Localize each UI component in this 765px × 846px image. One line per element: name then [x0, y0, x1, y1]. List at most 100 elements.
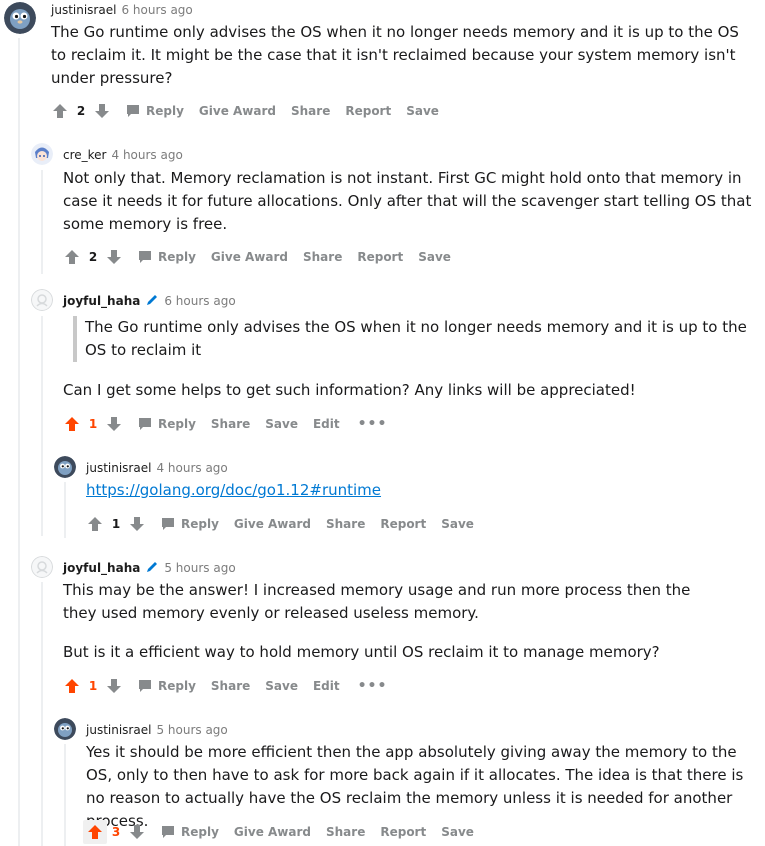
save-button[interactable]: Save — [265, 679, 298, 693]
report-button[interactable]: Report — [380, 825, 426, 839]
share-button[interactable]: Share — [326, 517, 365, 531]
save-button[interactable]: Save — [265, 417, 298, 431]
pencil-icon — [147, 295, 158, 305]
upvote-arrow-icon — [53, 104, 67, 118]
edit-button[interactable]: Edit — [313, 679, 340, 693]
gopher-avatar-icon — [4, 2, 36, 34]
upvote-button[interactable] — [83, 512, 107, 536]
blockquote: The Go runtime only advises the OS when … — [73, 316, 765, 362]
vote-score: 3 — [111, 825, 121, 839]
comment-body: The Go runtime only advises the OS when … — [51, 21, 751, 90]
author-name[interactable]: joyful_haha — [63, 561, 140, 575]
author-name[interactable]: joyful_haha — [63, 294, 140, 308]
timestamp[interactable]: 6 hours ago — [164, 294, 235, 308]
give-award-button[interactable]: Give Award — [199, 104, 276, 118]
reply-button[interactable]: Reply — [126, 104, 184, 118]
share-button[interactable]: Share — [211, 679, 250, 693]
comment-actions: 1 Reply Share Save Edit ••• — [60, 412, 387, 436]
timestamp[interactable]: 5 hours ago — [164, 561, 235, 575]
report-button[interactable]: Report — [345, 104, 391, 118]
gopher-avatar-icon — [54, 718, 76, 740]
avatar[interactable] — [54, 718, 76, 740]
reply-button[interactable]: Reply — [138, 250, 196, 264]
avatar[interactable] — [31, 556, 53, 578]
downvote-button[interactable] — [102, 412, 126, 436]
downvote-button[interactable] — [125, 820, 149, 844]
comment-text: This may be the answer! I increased memo… — [63, 581, 691, 622]
share-button[interactable]: Share — [211, 417, 250, 431]
save-button[interactable]: Save — [441, 517, 474, 531]
timestamp[interactable]: 5 hours ago — [156, 723, 227, 737]
timestamp[interactable]: 4 hours ago — [156, 461, 227, 475]
timestamp[interactable]: 4 hours ago — [112, 148, 183, 162]
share-button[interactable]: Share — [291, 104, 330, 118]
author-name[interactable]: justinisrael — [86, 723, 151, 737]
thread-line[interactable] — [41, 170, 43, 274]
more-dots-icon[interactable]: ••• — [358, 416, 388, 432]
reply-button[interactable]: Reply — [138, 417, 196, 431]
reply-button[interactable]: Reply — [161, 825, 219, 839]
comment-link[interactable]: https://golang.org/doc/go1.12#runtime — [86, 481, 381, 499]
author-name[interactable]: justinisrael — [51, 3, 116, 17]
save-button[interactable]: Save — [406, 104, 439, 118]
thread-line[interactable] — [64, 744, 66, 846]
report-button[interactable]: Report — [357, 250, 403, 264]
comment-meta: joyful_haha 5 hours ago — [63, 560, 236, 576]
downvote-button[interactable] — [102, 245, 126, 269]
comment-bubble-icon — [162, 518, 174, 530]
upvote-button[interactable] — [48, 99, 72, 123]
reply-button[interactable]: Reply — [138, 679, 196, 693]
report-button[interactable]: Report — [380, 517, 426, 531]
give-award-button[interactable]: Give Award — [234, 517, 311, 531]
reply-button[interactable]: Reply — [161, 517, 219, 531]
downvote-arrow-icon — [107, 250, 121, 264]
avatar[interactable] — [31, 143, 53, 165]
comment-bubble-icon — [139, 680, 151, 692]
downvote-button[interactable] — [90, 99, 114, 123]
vote-score: 2 — [88, 250, 98, 264]
timestamp[interactable]: 6 hours ago — [121, 3, 192, 17]
thread-line[interactable] — [18, 38, 20, 846]
upvote-arrow-icon — [88, 825, 102, 839]
comment-body: https://golang.org/doc/go1.12#runtime — [86, 479, 756, 502]
avatar[interactable] — [31, 289, 53, 311]
upvote-button[interactable] — [60, 245, 84, 269]
give-award-button[interactable]: Give Award — [234, 825, 311, 839]
upvote-button[interactable] — [60, 412, 84, 436]
comment-text: Not only that. Memory reclamation is not… — [63, 169, 752, 233]
thread-line[interactable] — [41, 582, 43, 846]
save-button[interactable]: Save — [418, 250, 451, 264]
share-button[interactable]: Share — [303, 250, 342, 264]
comment-meta: justinisrael 4 hours ago — [86, 460, 228, 476]
author-name[interactable]: justinisrael — [86, 461, 151, 475]
author-name[interactable]: cre_ker — [63, 148, 107, 162]
comment-meta: joyful_haha 6 hours ago — [63, 293, 236, 309]
comment-text: The Go runtime only advises the OS when … — [51, 23, 739, 87]
downvote-button[interactable] — [102, 674, 126, 698]
avatar[interactable] — [54, 456, 76, 478]
more-dots-icon[interactable]: ••• — [358, 678, 388, 694]
comment-actions: 3 Reply Give Award Share Report Save — [83, 820, 474, 844]
comment-meta: cre_ker 4 hours ago — [63, 147, 183, 163]
edit-button[interactable]: Edit — [313, 417, 340, 431]
thread-line[interactable] — [64, 482, 66, 538]
anime-avatar-icon — [31, 143, 53, 165]
downvote-arrow-icon — [95, 104, 109, 118]
comment-text: But is it a efficient way to hold memory… — [63, 643, 660, 661]
upvote-button[interactable] — [60, 674, 84, 698]
reply-label: Reply — [158, 417, 196, 431]
comment-meta: justinisrael 5 hours ago — [86, 722, 228, 738]
reply-label: Reply — [158, 679, 196, 693]
downvote-button[interactable] — [125, 512, 149, 536]
upvote-arrow-icon — [65, 250, 79, 264]
comment-body: This may be the answer! I increased memo… — [63, 579, 713, 664]
avatar[interactable] — [4, 2, 36, 34]
upvote-button[interactable] — [83, 820, 107, 844]
share-button[interactable]: Share — [326, 825, 365, 839]
comment-actions: 1 Reply Share Save Edit ••• — [60, 674, 387, 698]
vote-score: 1 — [111, 517, 121, 531]
comment-body: Not only that. Memory reclamation is not… — [63, 167, 758, 236]
thread-line[interactable] — [41, 316, 43, 536]
save-button[interactable]: Save — [441, 825, 474, 839]
give-award-button[interactable]: Give Award — [211, 250, 288, 264]
